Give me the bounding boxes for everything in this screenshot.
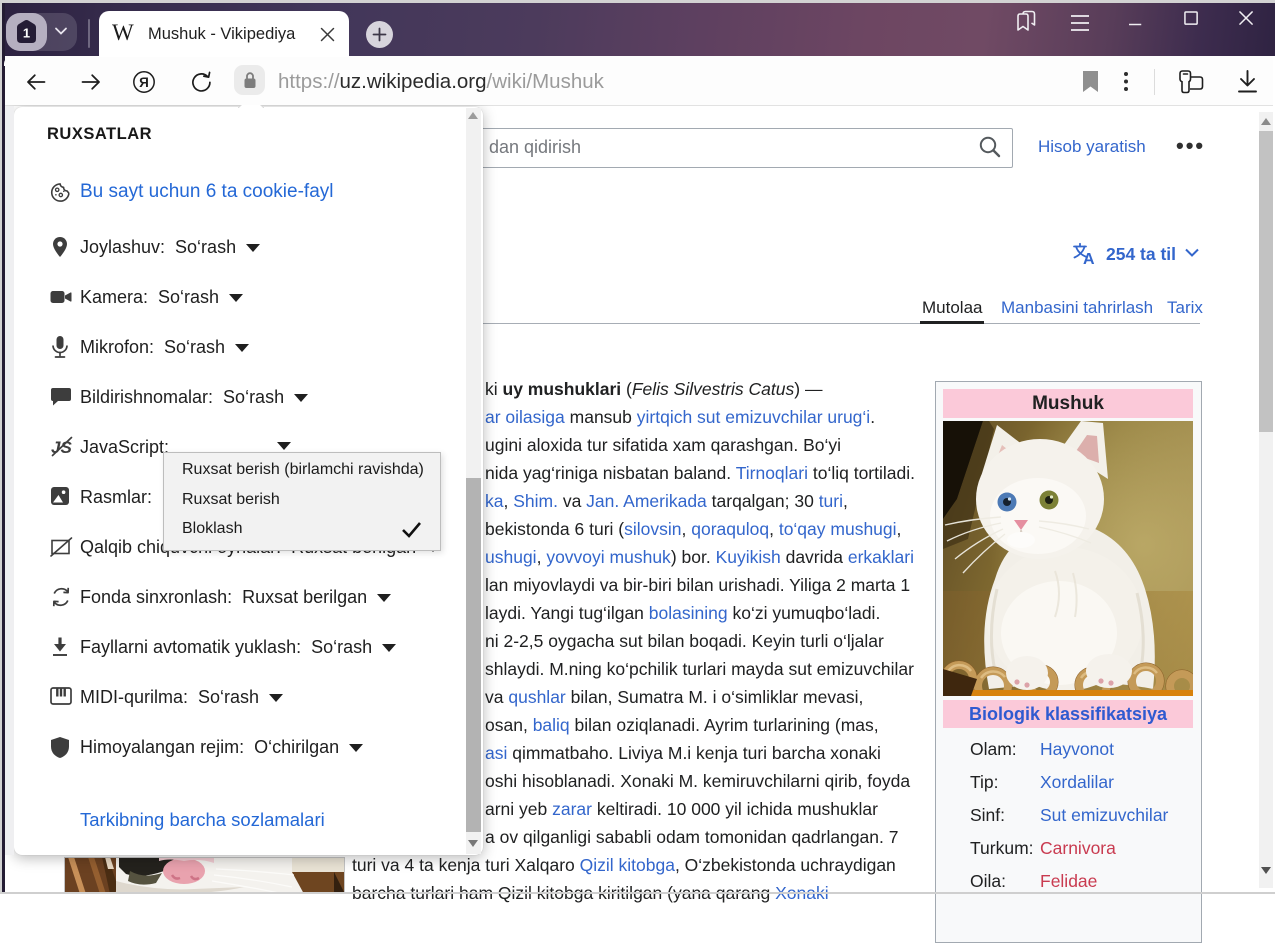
svg-text:Я: Я: [139, 75, 149, 90]
svg-text:A: A: [1083, 251, 1095, 267]
svg-text:1: 1: [23, 26, 30, 41]
